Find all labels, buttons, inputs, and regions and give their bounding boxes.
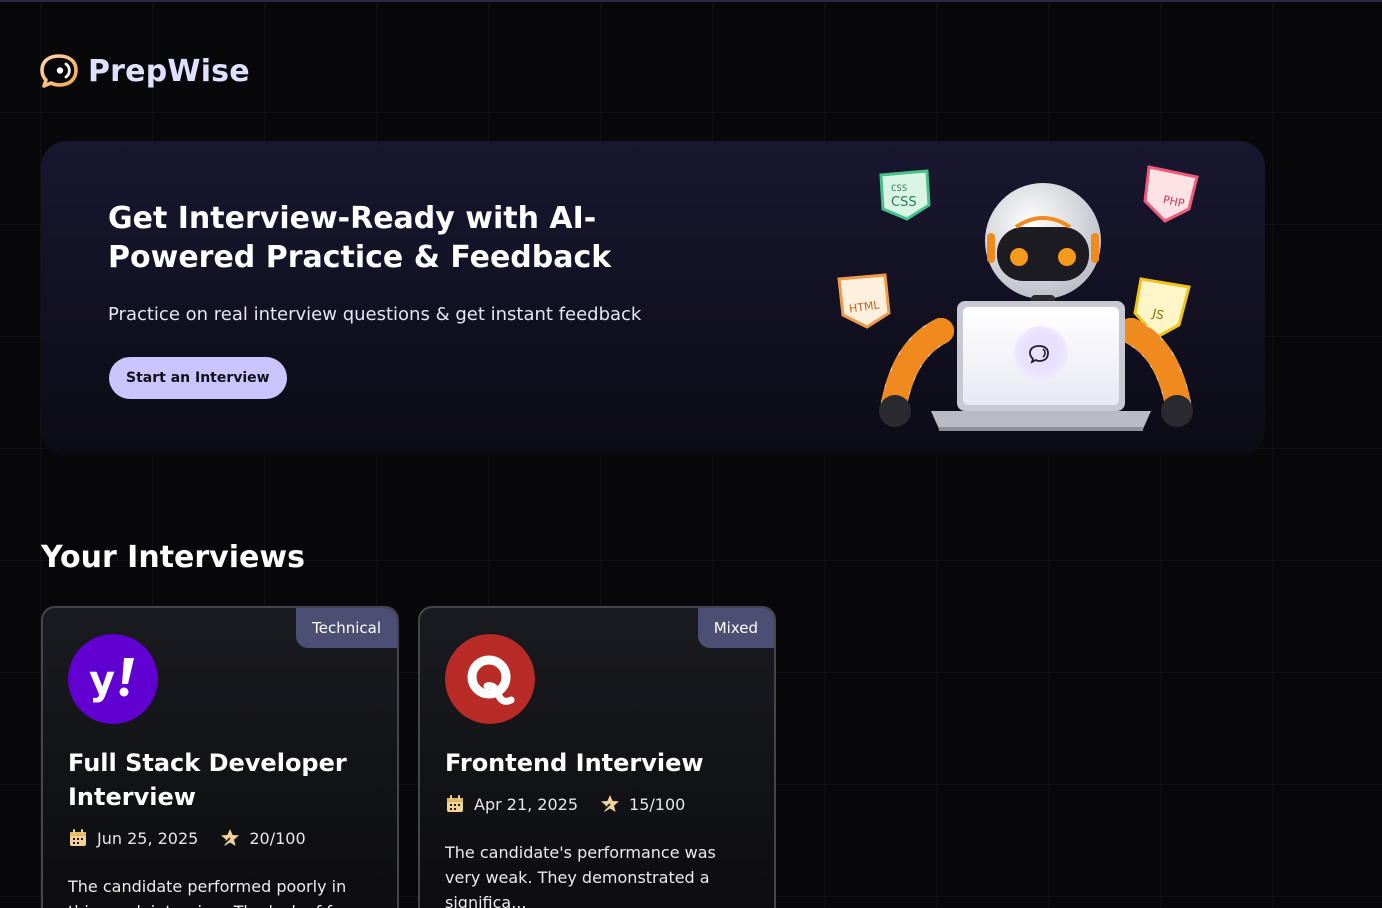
brand-name: PrepWise xyxy=(88,53,250,89)
hero-subtitle: Practice on real interview questions & g… xyxy=(108,304,642,325)
interview-description: The candidate performed poorly in this m… xyxy=(68,877,347,908)
php-tag-icon: PHP xyxy=(1143,165,1199,223)
top-border xyxy=(0,0,1382,2)
chat-bubble-logo-icon xyxy=(40,54,78,88)
interview-title: Full Stack Developer Interview xyxy=(68,749,347,811)
score-meta: 15/100 xyxy=(600,794,685,814)
interview-date: Jun 25, 2025 xyxy=(97,828,199,848)
calendar-icon xyxy=(447,795,463,812)
interview-type-badge: Technical xyxy=(296,608,397,648)
interview-description: The candidate's performance was very wea… xyxy=(445,843,716,908)
interview-type-badge: Mixed xyxy=(697,608,774,648)
interview-meta: Apr 21, 2025 15/100 xyxy=(445,794,707,814)
date-meta: Apr 21, 2025 xyxy=(445,794,578,814)
interview-card[interactable]: Technical y Full Stack Developer Intervi… xyxy=(41,606,399,908)
star-icon xyxy=(601,795,620,812)
interview-card[interactable]: Mixed Frontend Interview Apr 21, 2025 15… xyxy=(418,606,776,908)
hero-title: Get Interview-Ready with AI-Powered Prac… xyxy=(108,201,612,275)
hero-banner: Get Interview-Ready with AI-Powered Prac… xyxy=(41,141,1265,456)
svg-text:y: y xyxy=(89,658,115,704)
star-icon xyxy=(221,829,240,846)
quora-logo-icon xyxy=(445,634,535,724)
robot-illustration: CSS CSS PHP HTML JS xyxy=(837,165,1199,431)
your-interviews-heading: Your Interviews xyxy=(41,540,305,575)
score-meta: 20/100 xyxy=(220,828,306,848)
interview-date: Apr 21, 2025 xyxy=(474,794,579,814)
calendar-icon xyxy=(70,829,86,846)
date-meta: Jun 25, 2025 xyxy=(68,828,198,848)
start-interview-button[interactable]: Start an Interview xyxy=(109,357,287,399)
html-tag-icon: HTML xyxy=(837,273,891,329)
css-tag-label: CSS xyxy=(891,184,907,194)
yahoo-logo-icon: y xyxy=(68,634,158,724)
interview-title: Frontend Interview xyxy=(445,749,704,777)
interview-meta: Jun 25, 2025 20/100 xyxy=(68,828,328,848)
brand-logo[interactable]: PrepWise xyxy=(40,52,250,90)
interview-score: 15/100 xyxy=(629,794,686,814)
svg-text:CSS: CSS xyxy=(891,195,917,210)
interview-score: 20/100 xyxy=(249,828,306,848)
css-tag-icon: CSS CSS xyxy=(879,169,931,221)
